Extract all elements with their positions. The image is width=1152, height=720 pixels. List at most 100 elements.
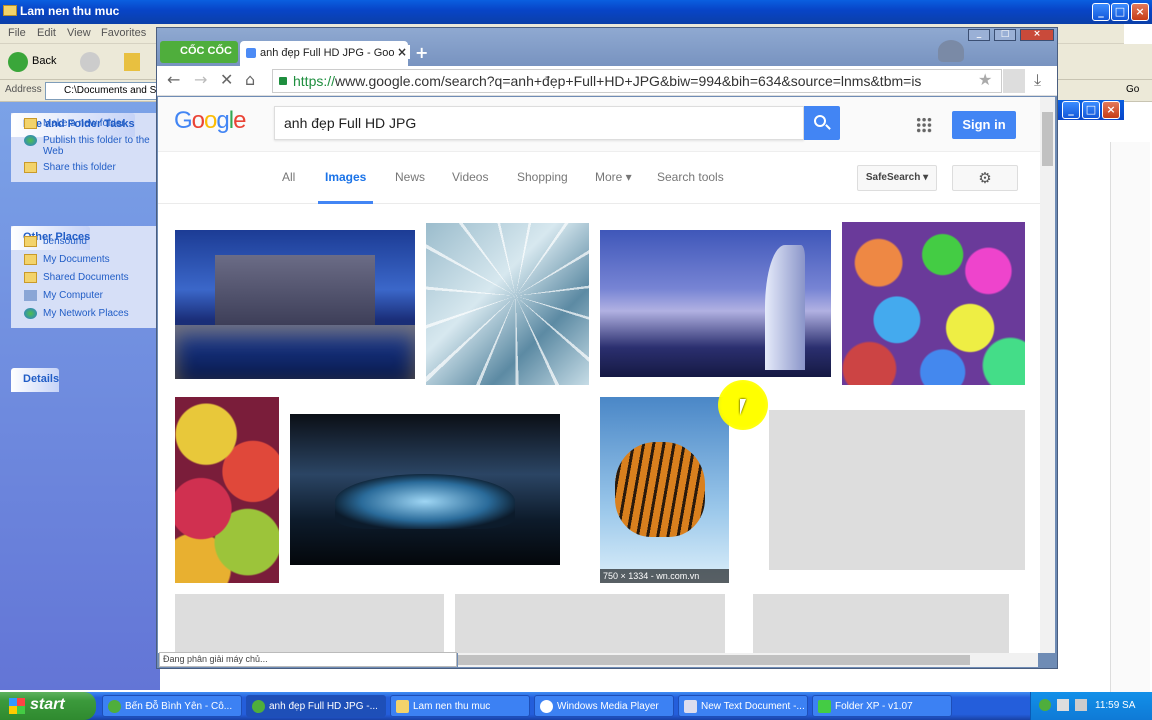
google-logo[interactable]: Google — [174, 107, 246, 135]
menu-edit[interactable]: Edit — [37, 27, 56, 39]
taskbar-item[interactable]: Bến Đỗ Bình Yên - Cô... — [102, 695, 242, 717]
back-button[interactable]: Back — [32, 55, 56, 67]
menu-view[interactable]: View — [67, 27, 91, 39]
tab-shopping[interactable]: Shopping — [517, 170, 568, 184]
home-icon[interactable]: ⌂ — [245, 70, 255, 89]
browser-status-text: Đang phân giải máy chủ... — [159, 652, 457, 667]
settings-gear-icon[interactable]: ⚙ — [952, 165, 1018, 191]
globe-icon — [24, 135, 37, 146]
result-image-loading[interactable] — [753, 594, 1009, 653]
result-image-loading[interactable] — [455, 594, 725, 653]
minimize-button[interactable]: _ — [1092, 3, 1110, 21]
tab-all[interactable]: All — [282, 170, 295, 184]
forward-icon[interactable]: → — [194, 70, 207, 89]
task-label: Make a new folder — [43, 118, 125, 129]
mouse-pointer-icon — [740, 399, 752, 415]
close-button[interactable]: × — [1102, 101, 1120, 119]
taskbar-item[interactable]: Folder XP - v1.07 — [812, 695, 952, 717]
shared-folder-icon — [24, 272, 37, 283]
up-folder-icon[interactable] — [124, 53, 140, 71]
browser-minimize-button[interactable]: _ — [968, 29, 990, 41]
place-network[interactable]: My Network Places — [11, 306, 156, 328]
folder-icon — [396, 700, 409, 713]
taskbar-label: Bến Đỗ Bình Yên - Cô... — [125, 701, 233, 712]
google-favicon-icon — [246, 48, 256, 58]
url-input[interactable]: https://www.google.com/search?q=anh+đẹp+… — [272, 69, 1002, 93]
result-image-tiger[interactable]: 750 × 1334 - wn.com.vn — [600, 397, 729, 583]
place-my-documents[interactable]: My Documents — [11, 252, 156, 270]
vertical-scrollbar[interactable] — [1040, 97, 1055, 653]
task-make-folder[interactable]: Make a new folder — [11, 113, 156, 133]
taskbar-item-active[interactable]: anh đẹp Full HD JPG -... — [246, 695, 386, 717]
task-publish[interactable]: Publish this folder to the Web — [11, 133, 156, 160]
explorer-task-pane: File and Folder Tasks Make a new folder … — [0, 102, 160, 690]
horizontal-scroll-thumb[interactable] — [458, 655, 970, 665]
start-label: start — [30, 696, 65, 713]
result-image-loading[interactable] — [769, 410, 1025, 570]
taskbar-item[interactable]: Windows Media Player — [534, 695, 674, 717]
network-tray-icon[interactable] — [1075, 699, 1087, 711]
stop-icon[interactable]: ✕ — [220, 70, 233, 89]
network-icon — [24, 308, 37, 319]
place-my-computer[interactable]: My Computer — [11, 288, 156, 306]
details-header[interactable]: Details — [11, 368, 60, 392]
folder-icon — [3, 5, 17, 16]
browser-close-button[interactable]: × — [1020, 29, 1054, 41]
volume-icon[interactable] — [1057, 699, 1069, 711]
result-image-water-car[interactable] — [290, 414, 560, 565]
task-share[interactable]: Share this folder — [11, 160, 156, 182]
forward-arrow-icon[interactable] — [80, 52, 100, 72]
file-folder-tasks-panel: File and Folder Tasks Make a new folder … — [11, 113, 156, 182]
url-scheme: https:// — [293, 73, 336, 89]
result-image-colorful-balls[interactable] — [842, 222, 1025, 385]
tab-close-icon[interactable]: × — [394, 45, 411, 59]
browser-tab-active[interactable]: anh đẹp Full HD JPG - Google — [240, 41, 408, 66]
place-bensound[interactable]: bensound — [11, 226, 156, 252]
vertical-scroll-thumb[interactable] — [1042, 112, 1053, 166]
result-image-burj-al-arab[interactable] — [600, 230, 831, 377]
search-input[interactable]: anh đẹp Full HD JPG — [274, 106, 804, 140]
address-input[interactable]: C:\Documents and Se — [45, 82, 157, 100]
result-image-broken-glass[interactable] — [426, 223, 589, 385]
coccoc-icon — [108, 700, 121, 713]
maximize-button[interactable]: □ — [1111, 3, 1129, 21]
go-button[interactable]: Go — [1126, 84, 1139, 95]
windows-flag-icon — [9, 698, 25, 714]
media-player-icon — [540, 700, 553, 713]
maximize-button[interactable]: □ — [1082, 101, 1100, 119]
new-tab-icon[interactable]: + — [415, 43, 428, 62]
start-button[interactable]: start — [0, 692, 96, 720]
sign-in-button[interactable]: Sign in — [952, 111, 1016, 139]
menu-favorites[interactable]: Favorites — [101, 27, 146, 39]
close-button[interactable]: × — [1131, 3, 1149, 21]
taskbar-item[interactable]: New Text Document -... — [678, 695, 808, 717]
tab-news[interactable]: News — [395, 170, 425, 184]
result-image-tower-bridge[interactable] — [175, 230, 415, 379]
place-shared-documents[interactable]: Shared Documents — [11, 270, 156, 288]
notepad-icon — [684, 700, 697, 713]
menu-file[interactable]: File — [8, 27, 26, 39]
result-image-autumn-leaves[interactable] — [175, 397, 279, 583]
back-arrow-icon[interactable] — [8, 52, 28, 72]
minimize-button[interactable]: _ — [1062, 101, 1080, 119]
taskbar-item[interactable]: Lam nen thu muc — [390, 695, 530, 717]
coccoc-logo[interactable]: CỐC CỐC — [160, 41, 238, 63]
place-label: My Network Places — [43, 308, 129, 319]
apps-grid-icon[interactable] — [916, 117, 932, 133]
folder-xp-icon — [818, 700, 831, 713]
tab-videos[interactable]: Videos — [452, 170, 488, 184]
result-image-loading[interactable] — [175, 594, 444, 653]
search-button[interactable] — [804, 106, 840, 140]
safesearch-dropdown[interactable]: SafeSearch ▾ — [857, 165, 937, 191]
tab-more[interactable]: More ▾ — [595, 170, 632, 184]
tray-app-icon[interactable] — [1039, 699, 1051, 711]
browser-maximize-button[interactable]: □ — [994, 29, 1016, 41]
download-indicator-icon[interactable] — [1003, 69, 1025, 93]
download-icon[interactable]: ⤓ — [1034, 70, 1041, 90]
tab-images[interactable]: Images — [325, 170, 366, 184]
tab-search-tools[interactable]: Search tools — [657, 170, 724, 184]
taskbar-label: anh đẹp Full HD JPG -... — [269, 701, 378, 712]
back-icon[interactable]: ← — [167, 70, 180, 89]
windows-logo-icon — [1124, 24, 1152, 44]
bookmark-star-icon[interactable]: ★ — [978, 70, 992, 89]
